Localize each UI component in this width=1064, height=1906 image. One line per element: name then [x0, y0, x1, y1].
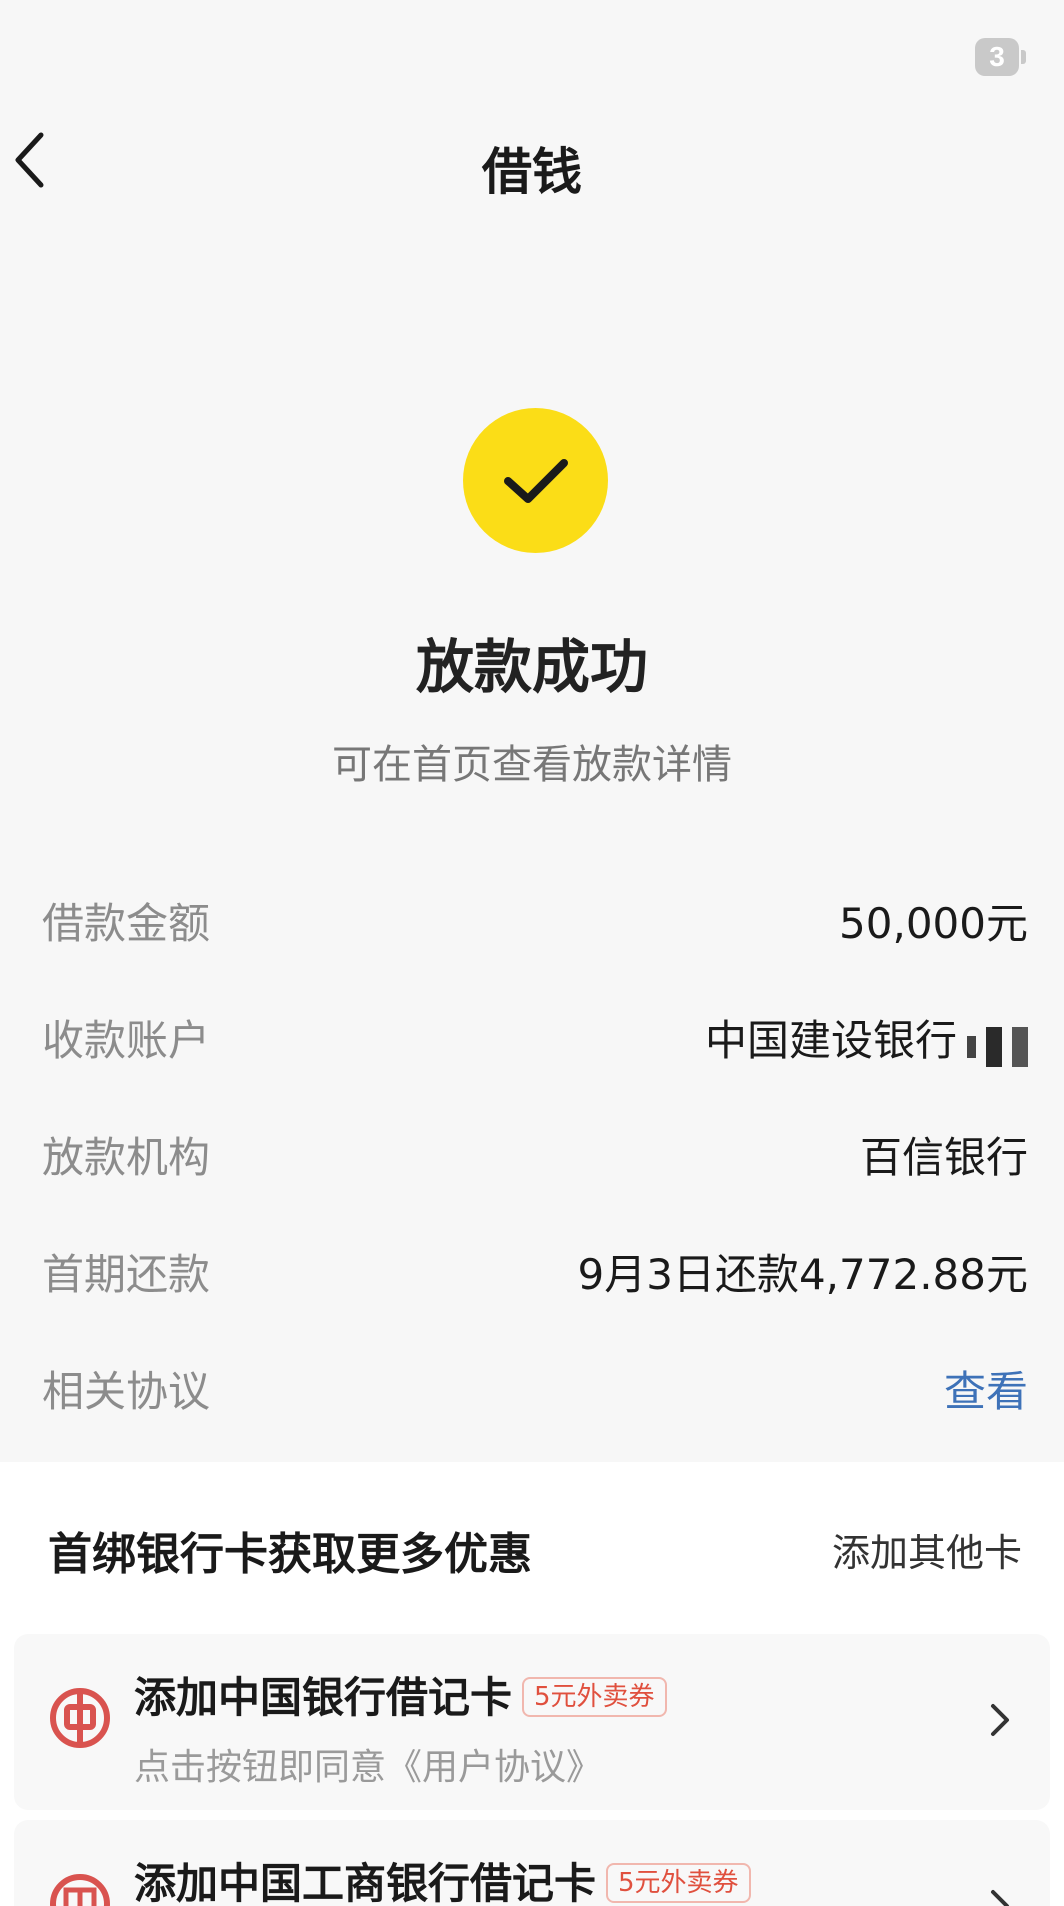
result-subtitle: 可在首页查看放款详情 [332, 742, 732, 788]
detail-label: 放款机构 [42, 1133, 211, 1182]
detail-row-agreements: 相关协议 查看 [0, 1336, 1064, 1453]
loan-details: 借款金额 50,000元 收款账户 中国建设银行 放款机构 百信银行 首期还款 … [0, 868, 1064, 1453]
coupon-badge: 5元外卖券 [606, 1862, 751, 1903]
detail-row-lender: 放款机构 百信银行 [0, 1102, 1064, 1219]
battery-level: 3 [989, 41, 1005, 72]
icbc-icon [50, 1874, 110, 1906]
bank-card-title: 添加中国银行借记卡 [134, 1673, 513, 1722]
coupon-badge: 5元外卖券 [522, 1676, 667, 1717]
detail-value: 百信银行 [859, 1133, 1028, 1182]
success-check-icon [463, 408, 608, 553]
detail-row-account: 收款账户 中国建设银行 [0, 985, 1064, 1102]
detail-value: 50,000元 [839, 899, 1028, 948]
battery-icon: 3 [975, 38, 1019, 76]
detail-value-account: 中国建设银行 [705, 1007, 1028, 1068]
result-title: 放款成功 [415, 633, 648, 701]
bank-of-china-icon [50, 1688, 110, 1748]
bank-card-title: 添加中国工商银行借记卡 [134, 1859, 597, 1906]
nav-bar: 借钱 [0, 110, 1064, 210]
account-bank-name: 中国建设银行 [704, 1016, 957, 1065]
chevron-right-icon [980, 1880, 1020, 1906]
bank-card-name: 添加中国银行借记卡 5元外卖券 [134, 1664, 667, 1725]
chevron-right-icon [980, 1694, 1020, 1746]
detail-label: 相关协议 [42, 1367, 211, 1416]
bank-card-item-icbc[interactable]: 添加中国工商银行借记卡 5元外卖券 [14, 1820, 1050, 1906]
detail-row-first-repayment: 首期还款 9月3日还款4,772.88元 [0, 1219, 1064, 1336]
masked-account-number [963, 1019, 1028, 1068]
bank-card-item-boc[interactable]: 添加中国银行借记卡 5元外卖券 点击按钮即同意《用户协议》 [14, 1634, 1050, 1810]
detail-label: 借款金额 [42, 899, 211, 948]
page-title: 借钱 [482, 143, 582, 201]
detail-label: 首期还款 [42, 1250, 211, 1299]
section-title: 首绑银行卡获取更多优惠 [48, 1529, 532, 1580]
battery-tip [1021, 50, 1026, 64]
bank-card-name: 添加中国工商银行借记卡 5元外卖券 [134, 1850, 751, 1906]
view-agreements-link[interactable]: 查看 [944, 1358, 1028, 1419]
detail-row-amount: 借款金额 50,000元 [0, 868, 1064, 985]
bank-card-agreement-note: 点击按钮即同意《用户协议》 [134, 1747, 603, 1788]
add-other-card-link[interactable]: 添加其他卡 [832, 1522, 1022, 1577]
status-bar: 3 [0, 0, 1064, 110]
detail-value: 9月3日还款4,772.88元 [577, 1250, 1028, 1299]
detail-label: 收款账户 [42, 1016, 211, 1065]
bind-card-section: 首绑银行卡获取更多优惠 添加其他卡 添加中国银行借记卡 5元外卖券 点击按钮即同意… [0, 1462, 1064, 1906]
